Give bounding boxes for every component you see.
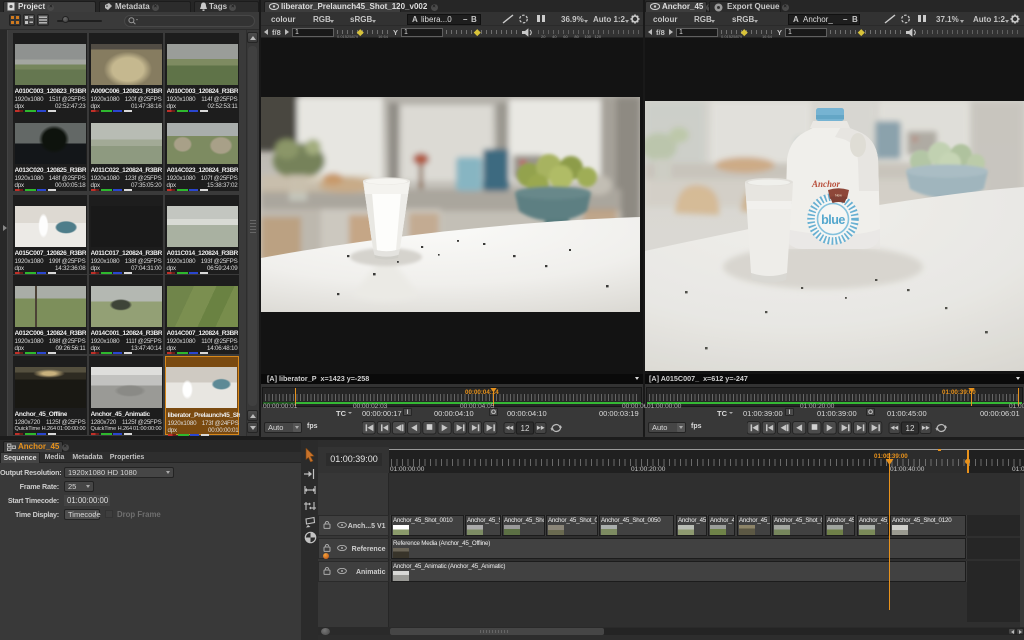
svg-text:12: 12 bbox=[906, 424, 915, 433]
svg-text:12: 12 bbox=[521, 424, 530, 433]
